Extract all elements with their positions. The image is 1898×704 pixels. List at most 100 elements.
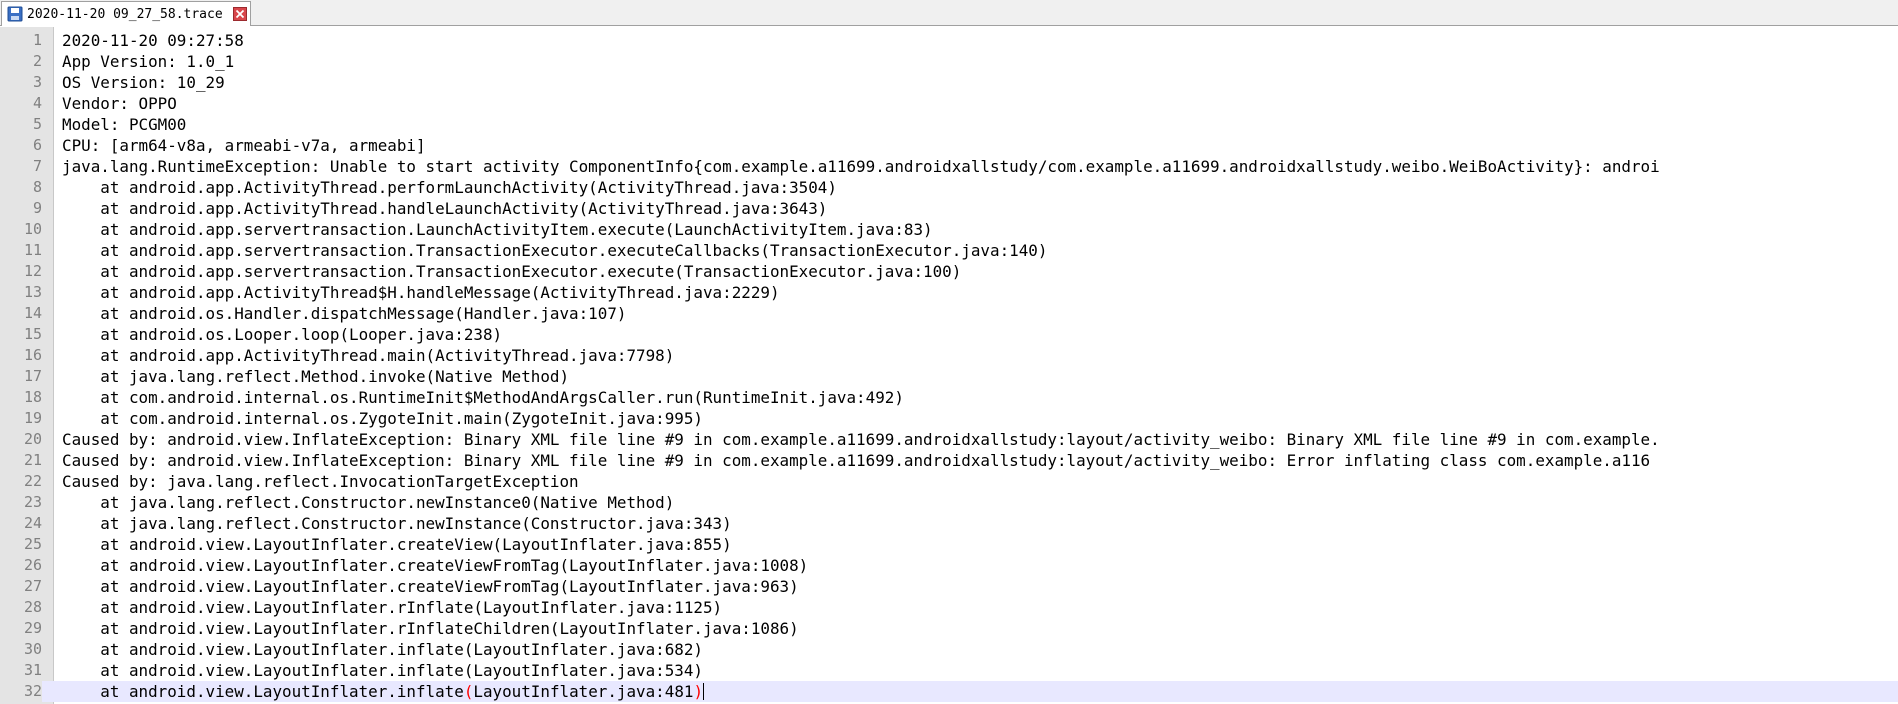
- line-text: CPU: [arm64-v8a, armeabi-v7a, armeabi]: [62, 136, 426, 155]
- editor-line[interactable]: 7 java.lang.RuntimeException: Unable to s…: [0, 156, 1898, 177]
- editor-line[interactable]: 4 Vendor: OPPO: [0, 93, 1898, 114]
- line-number: 16: [23, 346, 42, 364]
- editor-line[interactable]: 16 at android.app.ActivityThread.main(Ac…: [0, 345, 1898, 366]
- editor-lines: 1 2020-11-20 09:27:58 2 App Version: 1.0_1 3…: [0, 30, 1898, 702]
- line-text: OS Version: 10_29: [62, 73, 225, 92]
- editor-line[interactable]: 23 at java.lang.reflect.Constructor.newI…: [0, 492, 1898, 513]
- editor-line[interactable]: 5 Model: PCGM00: [0, 114, 1898, 135]
- line-number: 21: [23, 451, 42, 469]
- editor-line[interactable]: 6 CPU: [arm64-v8a, armeabi-v7a, armeabi]: [0, 135, 1898, 156]
- editor-line[interactable]: 15 at android.os.Looper.loop(Looper.java…: [0, 324, 1898, 345]
- close-icon[interactable]: [233, 7, 247, 21]
- save-disk-icon: [7, 6, 23, 22]
- line-number: 2: [32, 52, 42, 70]
- line-text: at java.lang.reflect.Constructor.newInst…: [62, 514, 732, 533]
- line-number: 5: [32, 115, 42, 133]
- line-number: 23: [23, 493, 42, 511]
- editor-line[interactable]: 11 at android.app.servertransaction.Tran…: [0, 240, 1898, 261]
- brace-match-close: ): [693, 682, 704, 701]
- line-text: Caused by: java.lang.reflect.InvocationT…: [62, 472, 579, 491]
- line-number: 22: [23, 472, 42, 490]
- editor-line[interactable]: 2 App Version: 1.0_1: [0, 51, 1898, 72]
- line-text: Caused by: android.view.InflateException…: [62, 451, 1651, 470]
- editor-line[interactable]: 30 at android.view.LayoutInflater.inflat…: [0, 639, 1898, 660]
- editor-line[interactable]: 19 at com.android.internal.os.ZygoteInit…: [0, 408, 1898, 429]
- editor-line[interactable]: 32 at android.view.LayoutInflater.inflat…: [0, 681, 1898, 702]
- editor-line[interactable]: 17 at java.lang.reflect.Method.invoke(Na…: [0, 366, 1898, 387]
- editor-line[interactable]: 10 at android.app.servertransaction.Laun…: [0, 219, 1898, 240]
- editor-line[interactable]: 31 at android.view.LayoutInflater.inflat…: [0, 660, 1898, 681]
- tab-title: 2020-11-20 09_27_58.trace: [27, 6, 223, 22]
- editor-line[interactable]: 18 at com.android.internal.os.RuntimeIni…: [0, 387, 1898, 408]
- line-number: 12: [23, 262, 42, 280]
- line-text: at android.view.LayoutInflater.rInflate(…: [62, 598, 723, 617]
- line-number: 4: [32, 94, 42, 112]
- line-number: 6: [32, 136, 42, 154]
- editor-line[interactable]: 29 at android.view.LayoutInflater.rInfla…: [0, 618, 1898, 639]
- line-text: at android.app.servertransaction.Transac…: [62, 241, 1048, 260]
- line-text: at android.app.ActivityThread.performLau…: [62, 178, 837, 197]
- line-text: at android.view.LayoutInflater.inflate(L…: [62, 661, 703, 680]
- line-number: 20: [23, 430, 42, 448]
- line-text: at com.android.internal.os.RuntimeInit$M…: [62, 388, 904, 407]
- editor-line[interactable]: 27 at android.view.LayoutInflater.create…: [0, 576, 1898, 597]
- line-text: at com.android.internal.os.ZygoteInit.ma…: [62, 409, 703, 428]
- line-text: at android.view.LayoutInflater.inflate(L…: [62, 640, 703, 659]
- editor-line[interactable]: 21 Caused by: android.view.InflateExcepti…: [0, 450, 1898, 471]
- line-number: 8: [32, 178, 42, 196]
- line-text: at android.app.ActivityThread.main(Activ…: [62, 346, 675, 365]
- line-text: Caused by: android.view.InflateException…: [62, 430, 1660, 449]
- editor-line[interactable]: 13 at android.app.ActivityThread$H.handl…: [0, 282, 1898, 303]
- line-number: 17: [23, 367, 42, 385]
- line-number: 26: [23, 556, 42, 574]
- line-text: App Version: 1.0_1: [62, 52, 235, 71]
- editor-line[interactable]: 8 at android.app.ActivityThread.performL…: [0, 177, 1898, 198]
- line-number: 1: [32, 31, 42, 49]
- line-text: 2020-11-20 09:27:58: [62, 31, 244, 50]
- line-number: 10: [23, 220, 42, 238]
- line-text: at android.view.LayoutInflater.createVie…: [62, 535, 732, 554]
- editor-line[interactable]: 22 Caused by: java.lang.reflect.Invocatio…: [0, 471, 1898, 492]
- file-tab[interactable]: 2020-11-20 09_27_58.trace: [1, 1, 251, 26]
- line-text: at android.app.ActivityThread.handleLaun…: [62, 199, 828, 218]
- line-text: Model: PCGM00: [62, 115, 187, 134]
- line-number: 11: [23, 241, 42, 259]
- line-text: at android.app.servertransaction.Transac…: [62, 262, 962, 281]
- editor-line[interactable]: 26 at android.view.LayoutInflater.create…: [0, 555, 1898, 576]
- line-number: 7: [32, 157, 42, 175]
- line-text: java.lang.RuntimeException: Unable to st…: [62, 157, 1660, 176]
- editor-line[interactable]: 9 at android.app.ActivityThread.handleLa…: [0, 198, 1898, 219]
- line-text: at android.os.Handler.dispatchMessage(Ha…: [62, 304, 627, 323]
- line-number: 19: [23, 409, 42, 427]
- line-text: at android.app.servertransaction.LaunchA…: [62, 220, 933, 239]
- line-number: 9: [32, 199, 42, 217]
- line-number: 28: [23, 598, 42, 616]
- line-text-segment: LayoutInflater.java:481: [473, 682, 694, 701]
- line-number: 15: [23, 325, 42, 343]
- editor-line[interactable]: 12 at android.app.servertransaction.Tran…: [0, 261, 1898, 282]
- line-text: at android.os.Looper.loop(Looper.java:23…: [62, 325, 503, 344]
- line-text: at java.lang.reflect.Method.invoke(Nativ…: [62, 367, 570, 386]
- line-number: 14: [23, 304, 42, 322]
- brace-match-open: (: [463, 682, 474, 701]
- line-text: at android.view.LayoutInflater.rInflateC…: [62, 619, 799, 638]
- editor-line[interactable]: 20 Caused by: android.view.InflateExcepti…: [0, 429, 1898, 450]
- text-editor[interactable]: 1 2020-11-20 09:27:58 2 App Version: 1.0_1 3…: [0, 27, 1898, 704]
- line-number: 30: [23, 640, 42, 658]
- text-caret: [703, 683, 705, 700]
- line-text: at java.lang.reflect.Constructor.newInst…: [62, 493, 675, 512]
- line-text: at android.view.LayoutInflater.inflate(L…: [62, 681, 705, 702]
- line-text: Vendor: OPPO: [62, 94, 177, 113]
- line-number: 29: [23, 619, 42, 637]
- editor-line[interactable]: 3 OS Version: 10_29: [0, 72, 1898, 93]
- line-number: 27: [23, 577, 42, 595]
- line-number: 3: [32, 73, 42, 91]
- editor-line[interactable]: 24 at java.lang.reflect.Constructor.newI…: [0, 513, 1898, 534]
- tab-bar: 2020-11-20 09_27_58.trace: [0, 0, 1898, 26]
- line-number: 13: [23, 283, 42, 301]
- editor-line[interactable]: 14 at android.os.Handler.dispatchMessage…: [0, 303, 1898, 324]
- editor-line[interactable]: 28 at android.view.LayoutInflater.rInfla…: [0, 597, 1898, 618]
- editor-line[interactable]: 25 at android.view.LayoutInflater.create…: [0, 534, 1898, 555]
- editor-line[interactable]: 1 2020-11-20 09:27:58: [0, 30, 1898, 51]
- line-number: 31: [23, 661, 42, 679]
